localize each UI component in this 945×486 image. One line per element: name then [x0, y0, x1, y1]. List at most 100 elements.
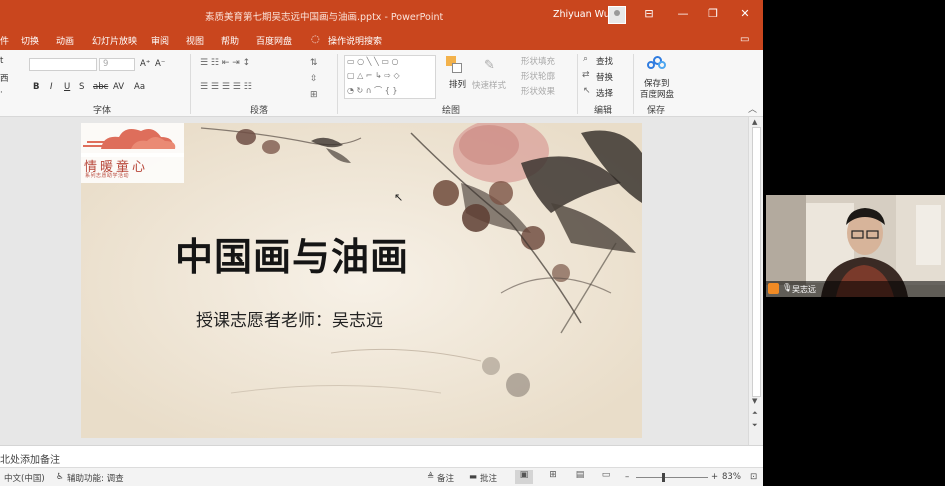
select-icon: ↖	[583, 86, 591, 96]
group-paragraph-label: 段落	[250, 106, 269, 116]
find-button[interactable]: 查找	[596, 55, 613, 67]
reading-view-icon[interactable]: ▤	[571, 470, 589, 484]
vertical-scrollbar[interactable]: ▲ ▼ ⏶ ⏷	[748, 117, 763, 445]
shape-fill-button[interactable]: 形状填充	[521, 55, 555, 67]
comment-icon[interactable]: ▭	[740, 34, 749, 45]
user-name[interactable]: Zhiyuan Wu	[553, 9, 610, 20]
tell-me-search[interactable]: 操作说明搜索	[328, 34, 382, 47]
ribbon-display-options-icon[interactable]: ⊟	[641, 7, 657, 20]
ribbon-partial-1: t	[0, 56, 4, 66]
title-bar: 素质美育第七期吴志远中国画与油画.pptx - PowerPoint Zhiyu…	[0, 0, 763, 31]
language-indicator[interactable]: 中文(中国)	[4, 472, 45, 484]
ribbon: t 西 · 9 A⁺ A⁻ B I U S abc AV Aa 字体 ☰ ☷ ⇤…	[0, 50, 763, 117]
zoom-out-icon[interactable]: –	[625, 472, 629, 482]
ribbon-partial-3: ·	[0, 88, 3, 98]
notes-placeholder: 北处添加备注	[0, 455, 60, 466]
document-title: 素质美育第七期吴志远中国画与油画.pptx - PowerPoint	[205, 12, 444, 23]
bold-button[interactable]: B	[33, 82, 39, 92]
notes-pane[interactable]: 北处添加备注	[0, 445, 763, 467]
microphone-icon: 🎙	[782, 283, 793, 292]
webcam-video: 🎙 吴志远	[766, 195, 945, 297]
replace-button[interactable]: 替换	[596, 71, 613, 83]
font-family-combo[interactable]	[29, 58, 97, 71]
mouse-cursor-icon: ↖	[394, 191, 404, 204]
ribbon-tabs: 件 切换 动画 幻灯片放映 审阅 视图 帮助 百度网盘 ◌ 操作说明搜索 ▭	[0, 31, 763, 50]
divider	[190, 54, 191, 114]
save-to-baidu-line2[interactable]: 百度网盘	[640, 88, 674, 100]
scroll-down-icon[interactable]: ▼	[752, 397, 757, 405]
underline-button[interactable]: U	[64, 82, 70, 92]
slide-sorter-icon[interactable]: ⊞	[544, 470, 562, 484]
decrease-font-button[interactable]: A⁻	[155, 59, 165, 69]
change-case-button[interactable]: Aa	[134, 82, 145, 92]
shapes-row2-icon: ▢ △ ⌐ ↳ ⇨ ◇	[347, 71, 400, 80]
arrange-button[interactable]: 排列	[449, 78, 466, 90]
font-size-value: 9	[103, 59, 109, 69]
slide-title[interactable]: 中国画与油画	[175, 226, 409, 281]
group-drawing-label: 绘图	[442, 106, 461, 116]
avatar[interactable]	[608, 6, 626, 24]
powerpoint-window: 素质美育第七期吴志远中国画与油画.pptx - PowerPoint Zhiyu…	[0, 0, 763, 486]
accessibility-status[interactable]: 辅助功能: 调查	[67, 472, 124, 484]
align-icon[interactable]: ☰ ☰ ☰ ☰ ☷	[200, 82, 252, 92]
tab-animations[interactable]: 动画	[56, 34, 74, 47]
normal-view-icon[interactable]: ▣	[515, 470, 533, 484]
quick-styles-button[interactable]: 快速样式	[472, 79, 506, 91]
zoom-slider[interactable]	[636, 477, 708, 478]
shape-outline-button[interactable]: 形状轮廓	[521, 70, 555, 82]
font-size-combo[interactable]: 9	[99, 58, 135, 71]
align-text-icon[interactable]: ⇳	[310, 74, 318, 84]
tab-slideshow[interactable]: 幻灯片放映	[92, 34, 137, 47]
minimize-button[interactable]: —	[675, 7, 691, 20]
notes-button[interactable]: 备注	[437, 472, 454, 484]
slide[interactable]: 情暖童心 系列志愿助学活动 中国画与油画 授课志愿者老师：吴志远	[81, 123, 642, 438]
smartart-icon[interactable]: ⊞	[310, 90, 318, 100]
select-button[interactable]: 选择	[596, 87, 613, 99]
group-save-label: 保存	[647, 106, 666, 116]
logo-subtext: 系列志愿助学活动	[85, 173, 130, 179]
strikethrough-button[interactable]: abc	[93, 82, 108, 92]
arrange-icon	[446, 56, 463, 76]
next-slide-icon[interactable]: ⏷	[752, 421, 758, 430]
previous-slide-icon[interactable]: ⏶	[752, 409, 758, 418]
shape-effects-button[interactable]: 形状效果	[521, 85, 555, 97]
tab-review[interactable]: 审阅	[151, 34, 169, 47]
lightbulb-icon: ◌	[311, 34, 320, 45]
slideshow-view-icon[interactable]: ▭	[597, 470, 615, 484]
tab-view[interactable]: 视图	[186, 34, 204, 47]
bullets-icon[interactable]: ☰ ☷ ⇤ ⇥ ↕	[200, 58, 250, 68]
cloud-logo-icon	[81, 123, 184, 157]
slide-logo: 情暖童心 系列志愿助学活动	[81, 123, 184, 183]
text-direction-icon[interactable]: ⇅	[310, 58, 318, 68]
ribbon-partial-2: 西	[0, 74, 9, 84]
close-button[interactable]: ✕	[737, 7, 753, 20]
divider	[577, 54, 578, 114]
zoom-percent[interactable]: 83%	[722, 472, 741, 482]
shadow-button[interactable]: S	[79, 82, 84, 92]
scroll-thumb[interactable]	[752, 127, 761, 397]
scroll-up-icon[interactable]: ▲	[752, 118, 757, 126]
zoom-slider-thumb[interactable]	[662, 473, 665, 482]
slide-subtitle[interactable]: 授课志愿者老师：吴志远	[196, 306, 383, 331]
group-editing-label: 编辑	[594, 106, 613, 116]
comments-button[interactable]: 批注	[480, 472, 497, 484]
status-bar: 中文(中国) ♿ 辅助功能: 调查 ≜ 备注 ▬ 批注 ▣ ⊞ ▤ ▭ – + …	[0, 467, 763, 486]
tab-transitions[interactable]: 切换	[21, 34, 39, 47]
increase-font-button[interactable]: A⁺	[140, 59, 150, 69]
tab-help[interactable]: 帮助	[221, 34, 239, 47]
comments-icon: ▬	[469, 472, 478, 482]
char-spacing-button[interactable]: AV	[113, 82, 124, 92]
restore-button[interactable]: ❐	[705, 7, 721, 20]
fit-slide-icon[interactable]: ⊡	[750, 472, 757, 482]
baidu-cloud-icon	[647, 56, 667, 70]
tab-file[interactable]: 件	[0, 34, 9, 47]
group-font-label: 字体	[93, 106, 112, 116]
notes-icon: ≜	[427, 472, 435, 482]
tab-baidu-netdisk[interactable]: 百度网盘	[256, 34, 292, 47]
webcam-name-bar: 🎙 吴志远	[766, 281, 945, 297]
shapes-icon: ▭ ○ ╲ ╲ ▭ ○	[347, 57, 399, 66]
collapse-ribbon-icon[interactable]: ︿	[748, 102, 757, 115]
replace-icon: ⇄	[582, 70, 590, 80]
zoom-in-icon[interactable]: +	[711, 472, 718, 482]
italic-button[interactable]: I	[50, 82, 53, 92]
